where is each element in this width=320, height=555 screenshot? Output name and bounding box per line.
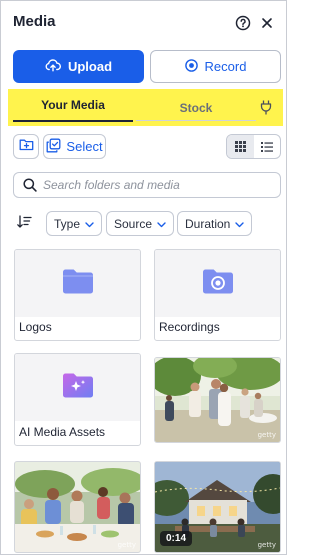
record-label: Record (204, 59, 247, 74)
media-tabs: Your Media Stock (8, 89, 283, 126)
folder-card-recordings[interactable]: Recordings (154, 249, 281, 341)
sort-icon[interactable] (16, 214, 34, 232)
tab-your-media[interactable]: Your Media (13, 89, 133, 122)
wedding-photo (155, 358, 280, 442)
chevron-down-icon (157, 217, 166, 231)
cloud-upload-icon (45, 58, 61, 75)
type-filter-dropdown[interactable]: Type (46, 211, 103, 236)
folder-name: Logos (19, 320, 52, 334)
multi-select-icon (46, 138, 61, 156)
view-toggle (226, 134, 281, 159)
duration-filter-label: Duration (185, 216, 231, 231)
help-circle-icon[interactable] (234, 14, 252, 32)
source-filter-label: Source (114, 216, 153, 231)
media-panel: Media Upload Record Your Media Stock Sel… (0, 0, 287, 555)
folder-name: Recordings (159, 320, 220, 334)
duration-filter-dropdown[interactable]: Duration (177, 211, 253, 236)
video-duration-badge: 0:14 (160, 531, 193, 546)
panel-header: Media (13, 13, 274, 33)
record-icon (184, 58, 198, 75)
record-button[interactable]: Record (150, 50, 281, 83)
folder-thumbnail (15, 250, 140, 317)
folder-name: AI Media Assets (19, 425, 106, 439)
media-image-thumbnail[interactable]: getty (14, 461, 141, 553)
ai-sparkle-folder-icon (62, 372, 94, 403)
search-box (13, 172, 281, 198)
close-icon[interactable] (258, 14, 276, 32)
grid-view-icon[interactable] (227, 135, 254, 158)
select-label: Select (66, 139, 103, 154)
folder-thumbnail (15, 354, 140, 421)
folder-record-icon (202, 268, 234, 299)
folder-icon (62, 268, 94, 299)
media-video-thumbnail[interactable]: 0:14 getty (154, 461, 281, 553)
upload-label: Upload (67, 59, 113, 74)
select-button[interactable]: Select (43, 134, 106, 159)
stock-watermark: getty (257, 431, 276, 439)
plug-icon[interactable] (257, 98, 275, 116)
folder-plus-icon (19, 138, 34, 156)
chevron-down-icon (235, 217, 245, 231)
stock-watermark: getty (257, 541, 276, 549)
folder-card-ai-media-assets[interactable]: AI Media Assets (14, 353, 141, 446)
stock-watermark: getty (117, 541, 136, 549)
chevron-down-icon (85, 217, 94, 231)
tab-stock[interactable]: Stock (136, 89, 256, 126)
list-view-icon[interactable] (254, 135, 281, 158)
new-folder-button[interactable] (13, 134, 39, 159)
search-input[interactable] (43, 175, 263, 195)
folder-thumbnail (155, 250, 280, 317)
type-filter-label: Type (54, 216, 81, 231)
upload-button[interactable]: Upload (13, 50, 144, 83)
source-filter-dropdown[interactable]: Source (106, 211, 175, 236)
panel-title: Media (13, 13, 56, 30)
family-dinner-photo (15, 462, 140, 552)
folder-card-logos[interactable]: Logos (14, 249, 141, 341)
media-image-thumbnail[interactable]: getty (154, 357, 281, 443)
search-icon (23, 178, 37, 192)
